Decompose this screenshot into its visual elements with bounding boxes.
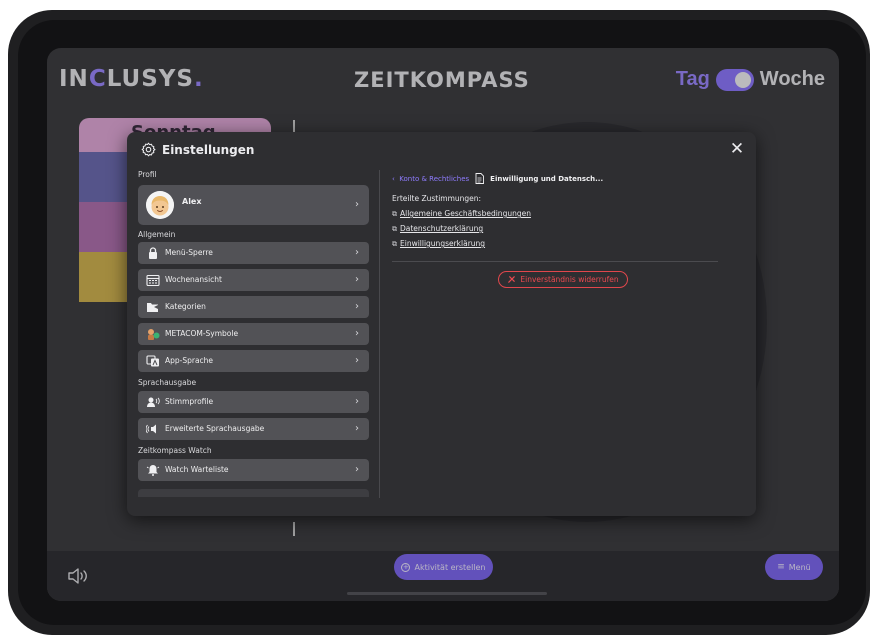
settings-item-partial[interactable] [138, 489, 369, 497]
section-label-speech: Sprachausgabe [138, 378, 197, 387]
revoke-consent-label: Einverständnis widerrufen [520, 275, 619, 284]
external-link-icon: ⧉ [392, 225, 397, 233]
consent-link-terms[interactable]: ⧉ Allgemeine Geschäftsbedingungen [392, 209, 531, 219]
profile-name: Alex [182, 197, 202, 206]
modal-title: Einstellungen [162, 142, 255, 157]
chevron-right-icon: › [355, 301, 359, 312]
metacom-symbols-icon [148, 329, 160, 340]
detail-divider [392, 261, 718, 262]
breadcrumb-back-link[interactable]: ‹ Konto & Rechtliches [392, 175, 469, 183]
settings-item-label: Wochenansicht [165, 275, 222, 284]
breadcrumb: ‹ Konto & Rechtliches Einwilligung und D… [392, 173, 603, 184]
chevron-right-icon: › [355, 355, 359, 366]
breadcrumb-current: Einwilligung und Datensch... [490, 174, 604, 183]
settings-item-voice-profiles[interactable]: Stimmprofile › [138, 391, 369, 413]
folder-tag-icon [147, 303, 158, 312]
modal-header: Einstellungen [141, 142, 254, 157]
gear-icon [141, 142, 156, 157]
app-screen: INCLUSYS. ZEITKOMPASS Tag Woche Sonntag … [47, 48, 839, 601]
chevron-right-icon: › [355, 396, 359, 407]
consent-link-consent[interactable]: ⧉ Einwilligungserklärung [392, 239, 485, 249]
chevron-right-icon: › [355, 423, 359, 434]
external-link-icon: ⧉ [392, 240, 397, 248]
settings-item-label: METACOM-Symbole [165, 329, 239, 338]
settings-item-week-view[interactable]: Wochenansicht › [138, 269, 369, 291]
settings-item-categories[interactable]: Kategorien › [138, 296, 369, 318]
consents-heading: Erteilte Zustimmungen: [392, 194, 482, 203]
close-icon[interactable]: ✕ [728, 140, 746, 158]
voice-profile-icon [147, 397, 160, 407]
speaker-waves-icon [146, 424, 156, 434]
settings-item-watch-waitlist[interactable]: Watch Warteliste › [138, 459, 369, 481]
section-label-watch: Zeitkompass Watch [138, 446, 212, 455]
chevron-right-icon: › [355, 247, 359, 258]
chevron-right-icon: › [355, 328, 359, 339]
settings-item-label: App-Sprache [165, 356, 214, 365]
profile-card[interactable]: Alex › [138, 185, 369, 225]
calendar-icon [146, 274, 160, 286]
consent-link-privacy[interactable]: ⧉ Datenschutzerklärung [392, 224, 483, 234]
chevron-right-icon: › [355, 274, 359, 285]
document-icon [475, 173, 485, 184]
bell-icon [146, 465, 160, 476]
settings-item-label: Watch Warteliste [165, 465, 229, 474]
settings-modal: Einstellungen ✕ Profil Alex › Allgemein … [127, 132, 756, 516]
settings-nav: Profil Alex › Allgemein Menü-Sperre › Wo… [138, 170, 370, 497]
section-label-general: Allgemein [138, 230, 176, 239]
avatar [146, 191, 174, 219]
settings-item-menu-lock[interactable]: Menü-Sperre › [138, 242, 369, 264]
column-divider [379, 170, 380, 498]
section-label-profile: Profil [138, 170, 157, 179]
revoke-icon [508, 276, 516, 283]
settings-item-label: Kategorien [165, 302, 206, 311]
external-link-icon: ⧉ [392, 210, 397, 218]
revoke-consent-button[interactable]: Einverständnis widerrufen [498, 271, 628, 288]
settings-item-extended-speech[interactable]: Erweiterte Sprachausgabe › [138, 418, 369, 440]
settings-item-label: Erweiterte Sprachausgabe [165, 424, 265, 433]
chevron-right-icon: › [355, 464, 359, 475]
settings-item-metacom[interactable]: METACOM-Symbole › [138, 323, 369, 345]
settings-item-app-language[interactable]: App-Sprache › [138, 350, 369, 372]
chevron-right-icon: › [355, 199, 359, 210]
lock-icon [149, 247, 157, 259]
settings-item-label: Stimmprofile [165, 397, 214, 406]
translate-icon [146, 355, 159, 367]
settings-item-label: Menü-Sperre [165, 248, 213, 257]
